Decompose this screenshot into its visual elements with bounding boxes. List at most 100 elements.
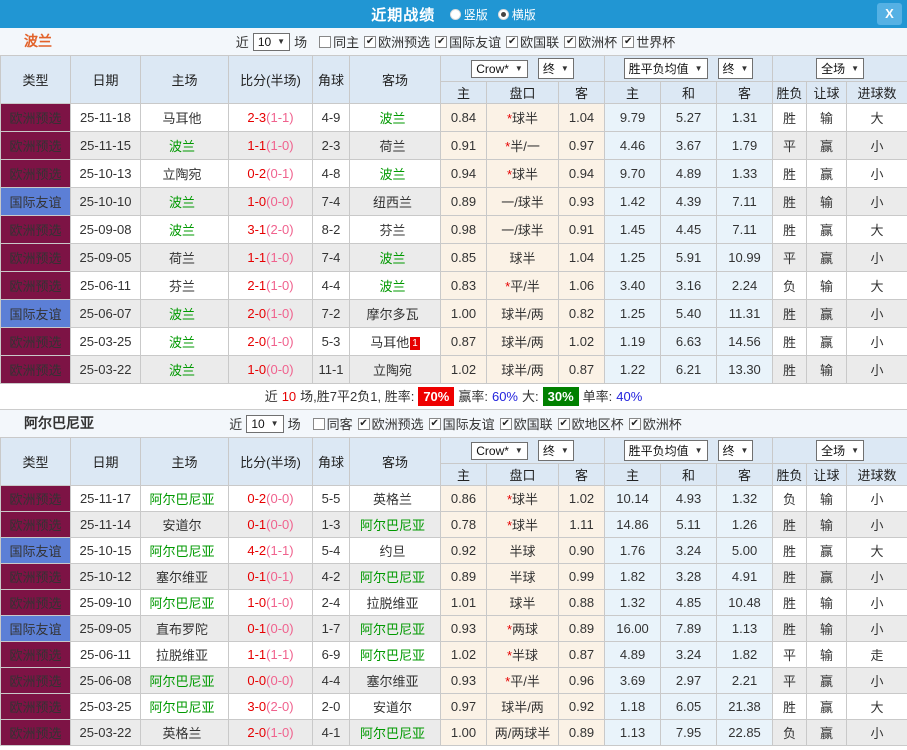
unit-label: 场 (294, 35, 308, 50)
cell-result-handicap: 赢 (806, 327, 848, 356)
cell-result-wdl: 胜 (772, 537, 808, 564)
cell-result-wdl: 平 (772, 667, 808, 694)
layout-radio-竖版[interactable]: 竖版 (449, 6, 488, 23)
cell-avg-away: 10.99 (716, 243, 774, 272)
cell-corners: 4-4 (312, 667, 350, 694)
scope-select[interactable]: 全场 ▼ (816, 58, 864, 79)
cell-date: 25-03-25 (70, 327, 141, 356)
cell-result-wdl: 平 (772, 641, 808, 668)
home-team-name: 马耳他 (162, 111, 202, 126)
odds-company-select[interactable]: Crow* ▼ (471, 441, 528, 460)
away-team-name: 波兰 (379, 251, 406, 266)
cell-score: 2-0(1-0) (228, 299, 313, 328)
filter-checkbox-欧洲预选[interactable]: ✔ 欧洲预选 (359, 32, 430, 51)
cell-odds-home: 1.02 (440, 355, 487, 384)
filter-checkbox-欧洲杯[interactable]: ✔ 欧洲杯 (624, 414, 682, 433)
col-header-odds-away: 客 (557, 463, 606, 486)
avg-final-select[interactable]: 终 ▼ (717, 58, 754, 79)
filter-checkbox-同客[interactable]: 同客 (312, 414, 353, 433)
cell-odds-home: 0.86 (440, 485, 487, 512)
avg-final-select[interactable]: 终 ▼ (717, 440, 754, 461)
table-row: 欧洲预选 25-11-15 波兰 1-1(1-0) 2-3 荷兰 0.91 *半… (0, 131, 907, 160)
filter-checkbox-欧洲预选[interactable]: ✔ 欧洲预选 (353, 414, 424, 433)
full-time-score: 2-0 (247, 334, 267, 349)
filter-checkbox-欧国联[interactable]: ✔ 欧国联 (495, 414, 553, 433)
odds-final-select[interactable]: 终 ▼ (537, 58, 574, 79)
filter-checkbox-欧洲杯[interactable]: ✔ 欧洲杯 (559, 32, 617, 51)
odds-company-select[interactable]: Crow* ▼ (471, 59, 528, 78)
checkbox-checked-icon: ✔ (364, 35, 377, 48)
layout-radio-横版[interactable]: 横版 (497, 6, 536, 23)
cell-result-wdl: 平 (772, 131, 808, 160)
away-team-name: 英格兰 (372, 492, 412, 507)
table-row: 欧洲预选 25-06-08 阿尔巴尼亚 0-0(0-0) 4-4 塞尔维亚 0.… (0, 667, 907, 694)
cell-result-handicap: 赢 (806, 243, 848, 272)
filter-checkbox-世界杯[interactable]: ✔ 世界杯 (617, 32, 675, 51)
col-header-result-handicap: 让球 (806, 81, 848, 104)
table-row: 欧洲预选 25-03-22 波兰 1-0(0-0) 11-1 立陶宛 1.02 … (0, 355, 907, 384)
cell-result-goals: 小 (846, 719, 907, 746)
table-row: 欧洲预选 25-06-11 芬兰 2-1(1-0) 4-4 波兰 0.83 *平… (0, 271, 907, 300)
cell-score: 4-2(1-1) (228, 537, 313, 564)
half-time-score: (1-0) (266, 250, 294, 265)
cell-corners: 7-4 (312, 243, 350, 272)
col-header-avg-away: 客 (716, 463, 774, 486)
cell-corners: 1-3 (312, 511, 350, 538)
unit-label: 场 (287, 417, 301, 432)
cell-odds-home: 0.93 (440, 615, 487, 642)
cell-result-wdl: 胜 (772, 215, 808, 244)
summary-part: 10 (281, 389, 297, 404)
cell-corners: 11-1 (312, 355, 350, 384)
match-count-select[interactable]: 10 ▼ (246, 414, 284, 433)
cell-avg-home: 3.69 (604, 667, 662, 694)
cell-date: 25-10-15 (70, 537, 141, 564)
avg-type-select[interactable]: 胜平负均值 ▼ (623, 58, 708, 79)
away-team-name: 波兰 (379, 167, 406, 182)
cell-avg-draw: 5.91 (660, 243, 718, 272)
col-header-away: 客场 (349, 55, 441, 104)
cell-home-team: 荷兰 (140, 243, 229, 272)
cell-avg-home: 1.19 (604, 327, 662, 356)
cell-date: 25-09-08 (70, 215, 141, 244)
cell-home-team: 波兰 (140, 355, 229, 384)
cell-competition-type: 欧洲预选 (0, 563, 71, 590)
filter-checkbox-同主[interactable]: 同主 (319, 32, 359, 51)
filter-checkbox-label: 世界杯 (636, 35, 676, 50)
cell-result-wdl: 胜 (772, 355, 808, 384)
full-time-score: 1-1 (247, 647, 267, 662)
home-team-name: 立陶宛 (162, 167, 202, 182)
filter-checkbox-国际友谊[interactable]: ✔ 国际友谊 (424, 414, 495, 433)
away-team-name: 波兰 (379, 111, 406, 126)
cell-handicap: *球半 (486, 485, 559, 512)
cell-result-handicap: 输 (806, 187, 848, 216)
cell-odds-away: 0.89 (557, 719, 606, 746)
summary-part: 近 (264, 389, 278, 404)
summary-part: 场,胜7平2负1, 胜率: (300, 389, 415, 404)
filter-checkbox-国际友谊[interactable]: ✔ 国际友谊 (430, 32, 501, 51)
radio-selected-icon (497, 8, 509, 20)
filter-checkbox-label: 同客 (326, 417, 353, 432)
home-team-name: 波兰 (168, 335, 195, 350)
cell-avg-draw: 3.24 (660, 641, 718, 668)
cell-date: 25-03-22 (70, 355, 141, 384)
cell-away-team: 阿尔巴尼亚 (349, 563, 441, 590)
scope-select[interactable]: 全场 ▼ (816, 440, 864, 461)
avg-group-header: 胜平负均值 ▼ 终 ▼ (604, 437, 774, 464)
odds-final-select[interactable]: 终 ▼ (537, 440, 574, 461)
cell-result-wdl: 胜 (772, 299, 808, 328)
away-team-name: 芬兰 (379, 223, 406, 238)
filter-checkbox-欧国联[interactable]: ✔ 欧国联 (501, 32, 559, 51)
avg-type-select[interactable]: 胜平负均值 ▼ (623, 440, 708, 461)
match-count-select[interactable]: 10 ▼ (252, 32, 291, 51)
cell-avg-away: 7.11 (716, 187, 774, 216)
cell-odds-home: 0.98 (440, 215, 487, 244)
cell-competition-type: 欧洲预选 (0, 327, 71, 356)
filter-checkbox-欧地区杯[interactable]: ✔ 欧地区杯 (553, 414, 624, 433)
close-button[interactable]: X (877, 3, 902, 25)
cell-corners: 4-9 (312, 103, 350, 132)
full-time-score: 0-1 (247, 569, 267, 584)
checkbox-checked-icon: ✔ (564, 35, 577, 48)
match-count-value: 10 (257, 34, 272, 49)
home-team-name: 波兰 (168, 139, 195, 154)
home-team-name: 安道尔 (162, 518, 202, 533)
